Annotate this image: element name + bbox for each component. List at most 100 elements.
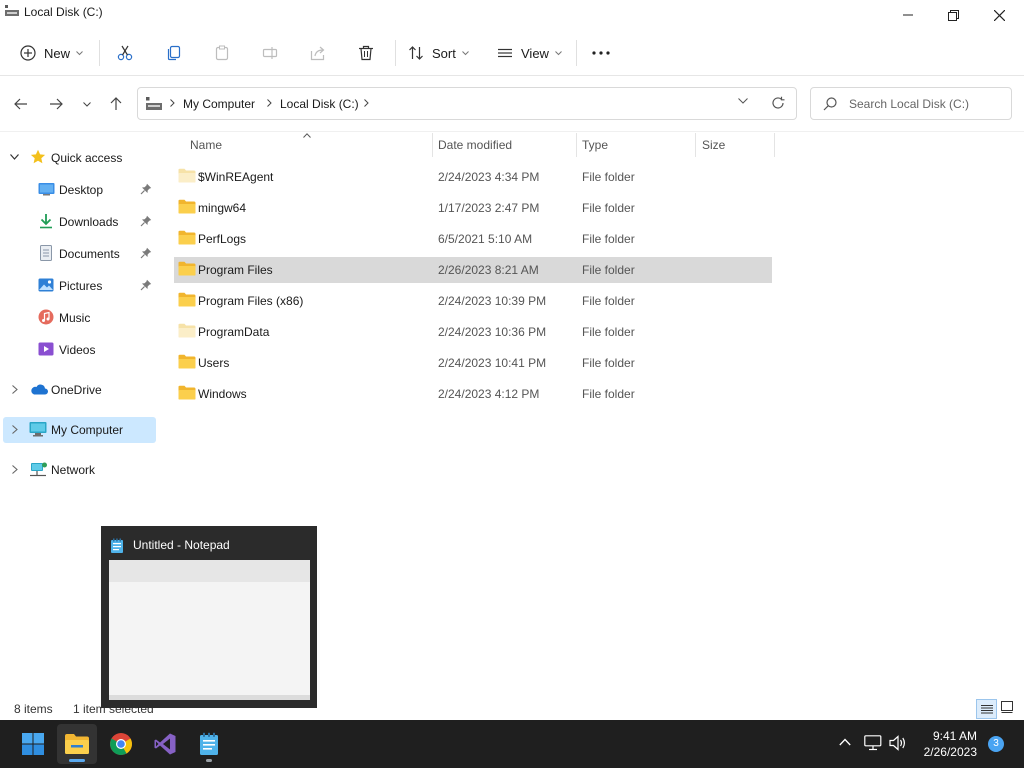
file-date-modified: 6/5/2021 5:10 AM — [438, 232, 533, 246]
nav-quick-access[interactable]: Quick access — [3, 145, 156, 171]
file-row[interactable]: ProgramData 2/24/2023 10:36 PM File folder — [174, 319, 772, 345]
file-row[interactable]: PerfLogs 6/5/2021 5:10 AM File folder — [174, 226, 772, 252]
breadcrumb-my-computer[interactable]: My Computer — [183, 97, 255, 111]
plus-circle-icon — [20, 45, 36, 61]
videos-icon — [38, 341, 54, 357]
file-type: File folder — [582, 356, 635, 370]
nav-item-network[interactable]: Network — [3, 457, 156, 483]
nav-item-onedrive[interactable]: OneDrive — [3, 377, 156, 403]
file-date-modified: 1/17/2023 2:47 PM — [438, 201, 540, 215]
file-name: Program Files (x86) — [198, 294, 304, 308]
column-header-date[interactable]: Date modified — [438, 138, 512, 152]
nav-item-videos[interactable]: Videos — [3, 337, 156, 363]
recent-locations-button[interactable] — [77, 94, 97, 114]
view-button[interactable]: View — [497, 38, 562, 68]
file-type: File folder — [582, 232, 635, 246]
volume-icon[interactable] — [889, 735, 907, 751]
address-bar[interactable]: My Computer Local Disk (C:) — [137, 87, 797, 120]
file-row[interactable]: mingw64 1/17/2023 2:47 PM File folder — [174, 195, 772, 221]
column-divider[interactable] — [576, 133, 577, 157]
chevron-right-icon[interactable] — [12, 385, 18, 394]
nav-item-music[interactable]: Music — [3, 305, 156, 331]
minimize-button[interactable] — [885, 0, 931, 30]
file-name: Windows — [198, 387, 247, 401]
file-type: File folder — [582, 294, 635, 308]
taskbar-file-explorer[interactable] — [57, 724, 97, 764]
start-button[interactable] — [13, 724, 53, 764]
arrow-up-icon — [110, 97, 122, 111]
cut-button[interactable] — [117, 38, 133, 68]
new-button[interactable]: New — [20, 38, 83, 68]
nav-item-downloads[interactable]: Downloads — [3, 209, 156, 235]
notification-badge[interactable]: 3 — [988, 736, 1004, 752]
music-icon — [38, 309, 54, 325]
copy-button[interactable] — [166, 38, 182, 68]
see-more-button[interactable] — [592, 38, 610, 68]
paste-button[interactable] — [214, 38, 230, 68]
file-row[interactable]: $WinREAgent 2/24/2023 4:34 PM File folder — [174, 164, 772, 190]
taskbar-notepad[interactable] — [189, 724, 229, 764]
address-history-icon[interactable] — [738, 98, 748, 104]
nav-item-pictures[interactable]: Pictures — [3, 273, 156, 299]
restore-button[interactable] — [930, 0, 976, 30]
folder-icon — [178, 168, 196, 183]
share-button[interactable] — [310, 38, 326, 68]
pictures-icon — [38, 277, 54, 293]
taskbar-thumbnail-preview[interactable]: Untitled - Notepad — [101, 526, 317, 708]
chevron-down-icon[interactable] — [10, 154, 19, 160]
scissors-icon — [117, 45, 133, 61]
pin-icon[interactable] — [140, 247, 152, 259]
pin-icon[interactable] — [140, 183, 152, 195]
clock-time[interactable]: 9:41 AM — [925, 729, 977, 743]
show-hidden-icons-button[interactable] — [839, 738, 851, 746]
details-view-icon — [980, 704, 993, 714]
file-row[interactable]: Users 2/24/2023 10:41 PM File folder — [174, 350, 772, 376]
column-divider[interactable] — [432, 133, 433, 157]
file-name: mingw64 — [198, 201, 247, 215]
chevron-right-icon[interactable] — [12, 465, 18, 474]
file-row[interactable]: Program Files 2/26/2023 8:21 AM File folde… — [174, 257, 772, 283]
nav-item-documents[interactable]: Documents — [3, 241, 156, 267]
large-icons-view-button[interactable] — [1000, 700, 1014, 714]
taskbar-visual-studio[interactable] — [145, 724, 185, 764]
up-button[interactable] — [106, 94, 126, 114]
column-header-name[interactable]: Name — [190, 138, 222, 152]
details-view-button[interactable] — [976, 699, 997, 719]
clock-date[interactable]: 2/26/2023 — [918, 745, 977, 759]
visual-studio-icon — [153, 732, 177, 756]
nav-item-desktop[interactable]: Desktop — [3, 177, 156, 203]
search-input[interactable] — [849, 96, 1007, 112]
folder-icon — [178, 199, 196, 214]
breadcrumb-local-disk[interactable]: Local Disk (C:) — [280, 97, 359, 111]
search-box[interactable] — [810, 87, 1012, 120]
pin-icon[interactable] — [140, 215, 152, 227]
taskbar-chrome[interactable] — [101, 724, 141, 764]
forward-button[interactable] — [46, 94, 66, 114]
back-button[interactable] — [11, 94, 31, 114]
close-button[interactable] — [976, 0, 1022, 30]
pc-icon — [146, 97, 162, 111]
nav-item-my-computer[interactable]: My Computer — [3, 417, 156, 443]
address-row: My Computer Local Disk (C:) — [0, 76, 1024, 132]
column-divider[interactable] — [695, 133, 696, 157]
file-row[interactable]: Program Files (x86) 2/24/2023 10:39 PM Fil… — [174, 288, 772, 314]
column-divider[interactable] — [774, 133, 775, 157]
chevron-right-icon[interactable] — [12, 425, 18, 434]
nav-label: Desktop — [59, 183, 104, 197]
pc-icon — [5, 5, 19, 17]
refresh-icon[interactable] — [771, 96, 785, 110]
rename-button[interactable] — [262, 38, 278, 68]
column-header-size[interactable]: Size — [702, 138, 725, 152]
chevron-right-icon — [364, 99, 369, 107]
delete-button[interactable] — [358, 38, 374, 68]
pin-icon[interactable] — [140, 279, 152, 291]
folder-icon — [178, 261, 196, 276]
running-indicator — [69, 759, 85, 762]
column-header-type[interactable]: Type — [582, 138, 608, 152]
file-row[interactable]: Windows 2/24/2023 4:12 PM File folder — [174, 381, 772, 407]
sort-button[interactable]: Sort — [408, 38, 469, 68]
title-bar: Local Disk (C:) — [0, 0, 1024, 30]
nav-label: Quick access — [51, 151, 123, 165]
file-type: File folder — [582, 387, 635, 401]
network-status-icon[interactable] — [864, 735, 882, 751]
